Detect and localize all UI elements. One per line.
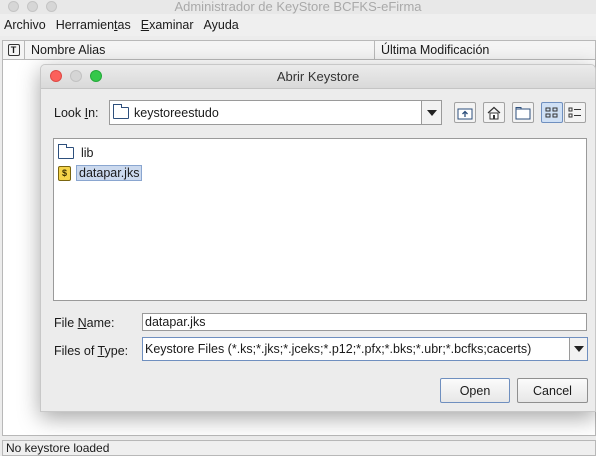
up-one-level-button[interactable]: [454, 102, 476, 123]
main-titlebar: Administrador de KeyStore BCFKS-eFirma: [0, 0, 596, 14]
up-folder-icon: [457, 108, 473, 119]
file-name-label-pre: File: [54, 316, 78, 330]
menu-examinar-mnemonic: E: [140, 18, 150, 32]
menu-herramientas-part1: Herramien: [55, 18, 115, 32]
file-list-item-lib[interactable]: lib: [56, 143, 584, 163]
look-in-label-pre: Look: [54, 106, 85, 120]
look-in-combo[interactable]: keystoreestudo: [109, 100, 442, 125]
look-in-label-post: n:: [88, 106, 99, 120]
menu-archivo[interactable]: Archivo: [4, 18, 46, 32]
file-name-label-mnemonic: N: [77, 316, 87, 330]
new-folder-button[interactable]: [512, 102, 534, 123]
home-icon: [487, 106, 501, 119]
file-name-input[interactable]: [142, 313, 587, 331]
open-keystore-dialog: Abrir Keystore Look In: keystoreestudo l…: [40, 64, 596, 412]
column-modified[interactable]: Última Modificación: [375, 41, 595, 59]
column-alias[interactable]: Nombre Alias: [25, 41, 375, 59]
menu-examinar-rest: xaminar: [149, 18, 194, 32]
cancel-button[interactable]: Cancel: [517, 378, 588, 403]
list-view-button[interactable]: [541, 102, 563, 123]
file-list[interactable]: lib $ datapar.jks: [53, 138, 587, 301]
file-type-value: Keystore Files (*.ks;*.jks;*.jceks;*.p12…: [145, 342, 532, 356]
file-name: lib: [81, 146, 94, 160]
open-button[interactable]: Open: [440, 378, 510, 403]
file-name-label: File Name:: [54, 316, 114, 330]
folder-icon: [113, 103, 129, 119]
chevron-down-icon[interactable]: [569, 338, 587, 360]
keystore-file-icon: $: [58, 165, 71, 181]
status-bar: No keystore loaded: [2, 440, 596, 456]
column-type[interactable]: T: [3, 41, 25, 59]
file-type-label-mnemonic: T: [97, 344, 105, 358]
main-window-title: Administrador de KeyStore BCFKS-eFirma: [174, 0, 422, 14]
home-button[interactable]: [483, 102, 505, 123]
menu-ayuda[interactable]: Ayuda: [204, 18, 239, 32]
file-type-select[interactable]: Keystore Files (*.ks;*.jks;*.jceks;*.p12…: [142, 337, 588, 361]
details-view-icon: [568, 107, 581, 117]
list-view-icon: [545, 107, 558, 117]
chevron-down-icon[interactable]: [421, 101, 441, 124]
file-type-label-pre: Files of: [54, 344, 98, 358]
details-view-button[interactable]: [564, 102, 586, 123]
menu-herramientas[interactable]: Herramientas: [56, 18, 131, 32]
file-name-label-post: ame:: [86, 316, 115, 330]
dialog-titlebar: Abrir Keystore: [41, 65, 595, 89]
menubar: Archivo Herramientas Examinar Ayuda: [0, 14, 596, 36]
new-folder-icon: [515, 106, 531, 119]
menu-examinar[interactable]: Examinar: [141, 18, 194, 32]
file-type-label-post: ype:: [104, 344, 129, 358]
dialog-title: Abrir Keystore: [276, 69, 360, 84]
keystore-table-header: T Nombre Alias Última Modificación: [2, 40, 596, 60]
folder-icon: [58, 144, 74, 159]
type-column-icon: T: [7, 44, 20, 56]
look-in-label: Look In:: [54, 106, 99, 120]
file-type-label: Files of Type:: [54, 344, 128, 358]
file-list-item-datapar[interactable]: $ datapar.jks: [56, 163, 584, 183]
menu-herramientas-part2: as: [117, 18, 131, 32]
look-in-value: keystoreestudo: [134, 105, 219, 120]
file-name: datapar.jks: [76, 165, 143, 181]
